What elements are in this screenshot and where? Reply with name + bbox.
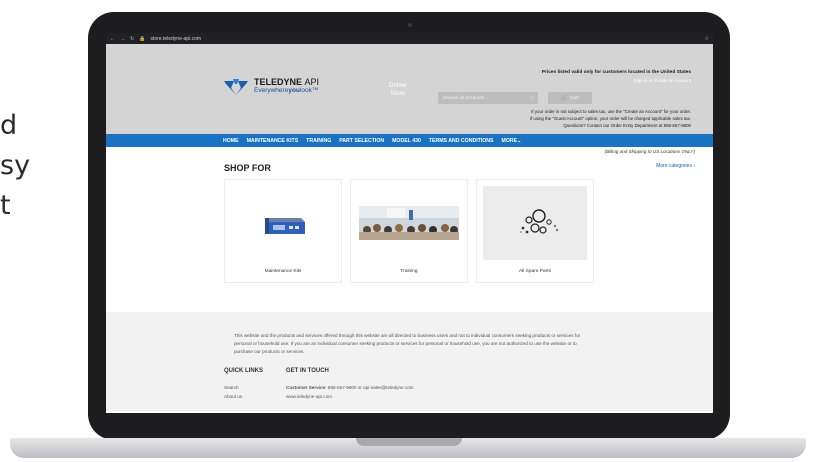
brand-suffix: API	[304, 77, 320, 87]
online-line-2: Store	[390, 91, 405, 97]
brand-name: TELEDYNE	[254, 77, 303, 87]
or-text: or	[648, 78, 653, 83]
shop-for-title: SHOP FOR	[224, 163, 271, 173]
reload-icon[interactable]: ↻	[130, 36, 134, 42]
category-card-spare-parts[interactable]: All Spare Parts	[476, 179, 594, 283]
forward-icon[interactable]: →	[120, 36, 125, 42]
search-icon[interactable]: ⌕	[530, 95, 533, 101]
get-in-touch-heading: GET IN TOUCH	[286, 368, 329, 374]
tagline-bold: you	[288, 87, 300, 94]
prices-notice: Prices listed valid only for customers l…	[541, 70, 691, 75]
nav-home[interactable]: HOME	[223, 138, 239, 144]
nav-terms[interactable]: TERMS AND CONDITIONS	[429, 138, 494, 144]
trademark-icon: ™	[311, 87, 319, 94]
nav-training[interactable]: TRAINING	[306, 138, 331, 144]
nav-more-label: MORE	[501, 137, 518, 144]
footer-link-search[interactable]: Search	[224, 383, 242, 392]
note-3: Questions? Contact our Order Entry Depar…	[563, 123, 691, 128]
background-text-2: sy	[0, 150, 31, 181]
billing-notice: (Billing and Shipping to US Locations ON…	[604, 149, 695, 154]
laptop-screen: ← → ↻ 🔒 store.teledyne-api.com ☆ TELEDYN…	[106, 33, 713, 413]
background-text-3: t	[0, 190, 11, 221]
note-1: If your order is not subject to sales ta…	[531, 109, 691, 114]
tagline-end: look	[299, 87, 312, 94]
quick-links-list: Search About us	[224, 383, 242, 401]
browser-toolbar: ← → ↻ 🔒 store.teledyne-api.com ☆	[106, 33, 713, 44]
order-notes: If your order is not subject to sales ta…	[530, 108, 691, 129]
footer-disclaimer: This website and the products and servic…	[234, 333, 581, 354]
online-store-label: Online Store	[389, 82, 406, 98]
cart-icon: 🛒	[560, 95, 567, 101]
teledyne-mark-icon	[224, 78, 248, 95]
site-footer: This website and the products and servic…	[106, 312, 713, 411]
site-header: TELEDYNE API Everywhereyoulook™ Online S…	[106, 44, 713, 134]
spare-parts-image	[483, 186, 587, 260]
card-label: Training	[400, 269, 418, 274]
laptop-notch	[356, 438, 462, 446]
nav-part-selection[interactable]: PART SELECTION	[339, 138, 384, 144]
background-text-1: d	[0, 110, 18, 141]
create-account-link[interactable]: Create an Account	[654, 78, 691, 83]
address-bar[interactable]: store.teledyne-api.com	[150, 36, 699, 42]
category-card-training[interactable]: Training	[350, 179, 468, 283]
card-label: Maintenance Kits	[264, 269, 302, 274]
chevron-down-icon: ⌄	[517, 137, 522, 144]
website-link[interactable]: www.teledyne-api.com	[286, 392, 414, 401]
footer-link-about[interactable]: About us	[224, 392, 242, 401]
search-placeholder: Search all products...	[443, 95, 489, 101]
back-icon[interactable]: ←	[110, 36, 115, 42]
teledyne-logo[interactable]: TELEDYNE API Everywhereyoulook™	[224, 78, 319, 95]
webcam	[408, 23, 412, 27]
lock-icon: 🔒	[139, 35, 146, 42]
note-2: If using the "Guest Account" option, you…	[529, 116, 691, 121]
search-input[interactable]: Search all products... ⌕	[438, 92, 538, 104]
nav-model-430[interactable]: MODEL 430	[392, 138, 421, 144]
bookmark-star-icon[interactable]: ☆	[705, 36, 709, 42]
card-label: All Spare Parts	[519, 269, 551, 274]
more-categories-link[interactable]: More categories ›	[656, 163, 695, 169]
main-content: (Billing and Shipping to US Locations ON…	[106, 147, 713, 312]
cart-label: Cart	[569, 95, 580, 101]
sign-in-link[interactable]: Sign in	[634, 78, 648, 83]
nav-more[interactable]: MORE⌄	[502, 138, 522, 144]
contact-info: Customer Service: 858-657-9800 or api-sa…	[286, 383, 414, 401]
tagline-start: Everywhere	[254, 87, 289, 94]
service-value[interactable]: 858-657-9800 or api-sales@teledyne.com	[328, 385, 414, 390]
analyzer-image	[231, 186, 335, 260]
training-image	[357, 186, 461, 260]
service-label: Customer Service:	[286, 385, 327, 390]
online-line-1: Online	[389, 83, 407, 89]
cart-button[interactable]: 🛒 Cart	[548, 92, 592, 104]
account-links: Sign in or Create an Account	[634, 78, 691, 83]
category-card-maintenance[interactable]: Maintenance Kits	[224, 179, 342, 283]
nav-maintenance-kits[interactable]: MAINTENANCE KITS	[247, 138, 299, 144]
quick-links-heading: QUICK LINKS	[224, 368, 263, 374]
main-nav: HOME MAINTENANCE KITS TRAINING PART SELE…	[106, 134, 713, 147]
